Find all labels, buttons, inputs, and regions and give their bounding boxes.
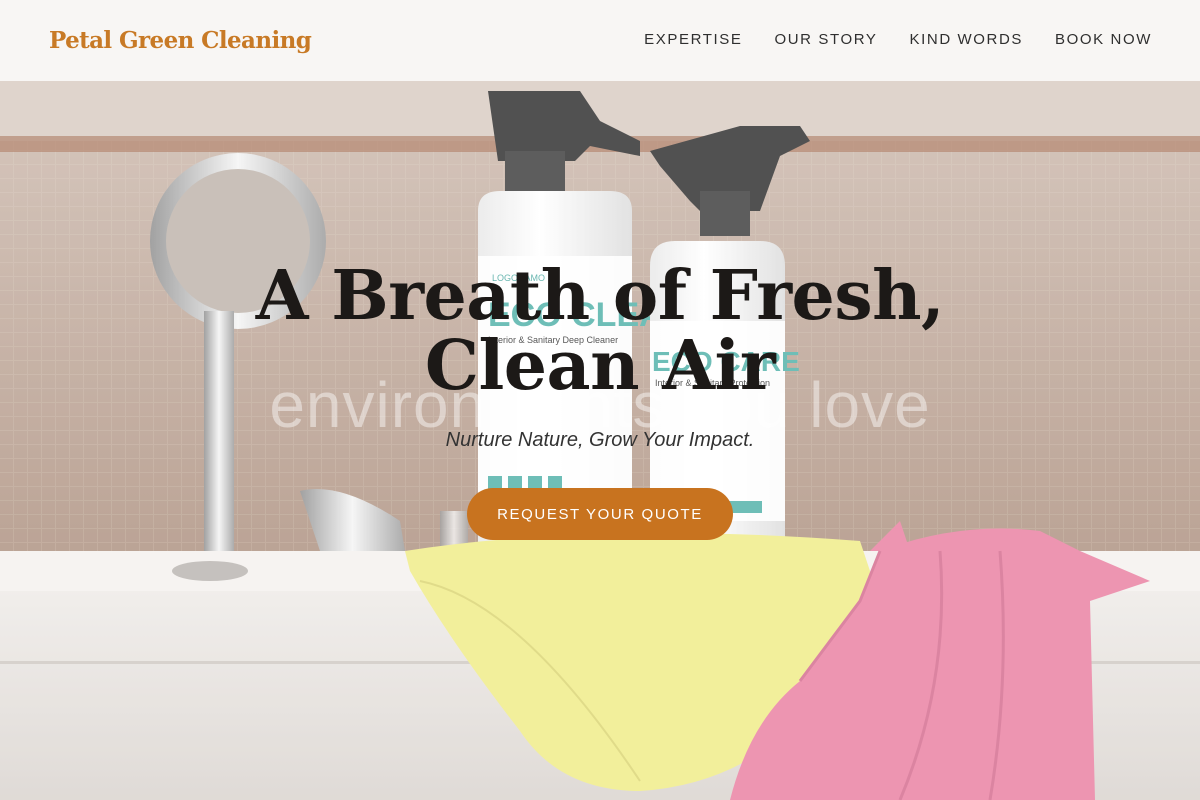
site-header: Petal Green Cleaning EXPERTISE OUR STORY… (0, 0, 1200, 81)
hero-subtitle: Nurture Nature, Grow Your Impact. (445, 429, 755, 451)
nav-link-expertise[interactable]: EXPERTISE (644, 31, 742, 48)
main-nav: EXPERTISE OUR STORY KIND WORDS BOOK NOW (644, 31, 1152, 48)
request-quote-button[interactable]: REQUEST YOUR QUOTE (467, 488, 733, 540)
site-logo[interactable]: Petal Green Cleaning (49, 27, 312, 54)
hero-section: LOGONAMO ECO CLEAN Interior & Sanitary D… (0, 81, 1200, 800)
nav-link-kind-words[interactable]: KIND WORDS (910, 31, 1024, 48)
nav-link-our-story[interactable]: OUR STORY (774, 31, 877, 48)
nav-link-book-now[interactable]: BOOK NOW (1055, 31, 1152, 48)
hero-headline: A Breath of Fresh, Clean Air (255, 256, 945, 406)
